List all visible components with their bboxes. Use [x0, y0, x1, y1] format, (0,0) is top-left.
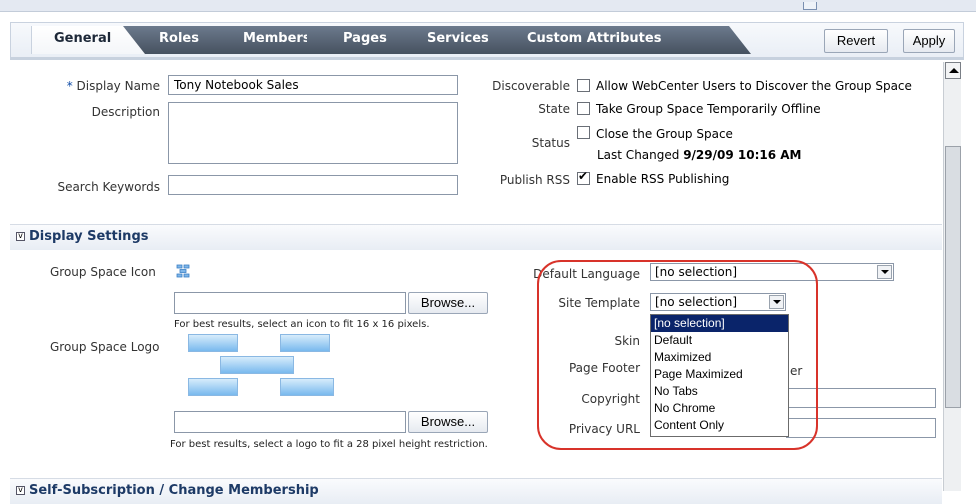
group-space-icon-label: Group Space Icon [50, 265, 156, 279]
tab-members-label: Members [243, 31, 311, 46]
display-settings-header[interactable]: v Display Settings [10, 224, 942, 250]
tab-custom-attributes[interactable]: Custom Attributes [491, 26, 751, 54]
last-changed: Last Changed 9/29/09 10:16 AM [597, 148, 802, 162]
description-textarea[interactable] [168, 102, 458, 164]
vertical-scrollbar[interactable] [943, 62, 961, 491]
rss-text: Enable RSS Publishing [596, 172, 730, 186]
logo-hint: For best results, select a logo to fit a… [170, 439, 488, 450]
tab-services-label: Services [427, 31, 489, 46]
chevron-down-icon[interactable]: v [16, 232, 25, 241]
close-space-checkbox[interactable] [577, 126, 590, 139]
tab-pages-label: Pages [343, 31, 387, 46]
apply-button[interactable]: Apply [903, 29, 955, 53]
rss-checkbox[interactable] [577, 169, 590, 185]
logo-browse-button[interactable]: Browse... [408, 411, 488, 433]
group-space-logo [188, 334, 344, 400]
revert-button[interactable]: Revert [824, 29, 888, 53]
icon-browse-button[interactable]: Browse... [408, 292, 488, 314]
icon-file-input[interactable] [174, 292, 406, 314]
required-mark: * [66, 79, 73, 93]
display-name-label-text: Display Name [76, 79, 160, 93]
group-space-logo-label: Group Space Logo [50, 340, 160, 354]
status-label: Status [531, 136, 570, 150]
tab-underline [10, 57, 964, 60]
collapse-icon[interactable] [803, 2, 817, 10]
search-keywords-label: Search Keywords [57, 180, 160, 194]
display-name-input[interactable]: Tony Notebook Sales [168, 75, 458, 95]
group-space-grid-icon [176, 264, 190, 278]
last-changed-label: Last Changed [597, 148, 680, 162]
highlight-annotation [537, 260, 818, 450]
tab-custom-attributes-label: Custom Attributes [527, 31, 662, 46]
last-changed-value: 9/29/09 10:16 AM [683, 148, 802, 162]
logo-file-input[interactable] [174, 411, 406, 433]
icon-hint: For best results, select an icon to fit … [174, 319, 430, 330]
scroll-up-arrow-icon[interactable] [945, 62, 961, 79]
self-subscription-header[interactable]: v Self-Subscription / Change Membership [10, 478, 942, 504]
display-settings-title: Display Settings [29, 229, 149, 244]
state-label: State [538, 102, 570, 116]
tab-roles-label: Roles [159, 31, 199, 46]
offline-checkbox[interactable] [577, 102, 590, 115]
discoverable-label: Discoverable [492, 79, 570, 93]
tab-strip: General Roles Members Pages Services Cus… [31, 26, 791, 54]
status-text: Close the Group Space [596, 127, 733, 141]
publish-rss-label: Publish RSS [499, 173, 570, 187]
tab-bar: General Roles Members Pages Services Cus… [10, 22, 964, 58]
search-keywords-input[interactable] [168, 175, 458, 195]
scroll-thumb[interactable] [945, 146, 961, 408]
display-name-label: * Display Name [54, 79, 160, 93]
chevron-down-icon[interactable] [877, 265, 892, 279]
tab-general-label: General [54, 31, 112, 46]
discoverable-text: Allow WebCenter Users to Discover the Gr… [596, 79, 912, 93]
state-text: Take Group Space Temporarily Offline [596, 102, 821, 116]
window-top-frame [0, 0, 976, 12]
description-label: Description [91, 105, 160, 119]
discoverable-checkbox[interactable] [577, 79, 590, 92]
